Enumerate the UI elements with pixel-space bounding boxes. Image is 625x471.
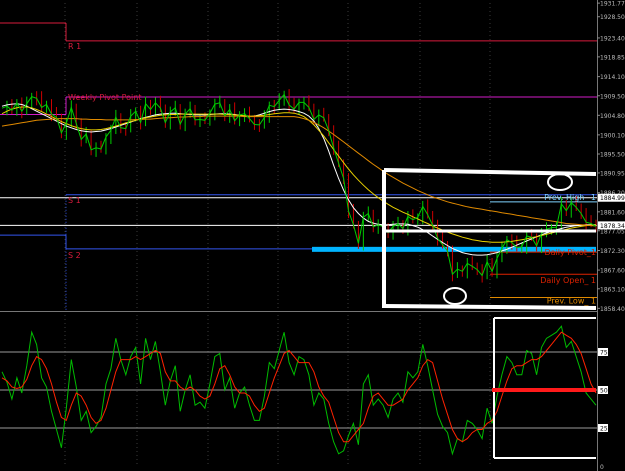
price-axis-label-11: 1881.60 [600, 209, 625, 216]
price-axis-label-13: 1872.30 [600, 248, 625, 255]
price-axis-label-3: 1918.85 [600, 54, 625, 61]
oscillator-axis-label-1: 50 [600, 388, 608, 395]
price-axis-label-4: 1914.10 [600, 74, 625, 81]
price-tag-label-0: 1884.99 [600, 195, 625, 202]
oscillator-axis-label-bottom: 0 [600, 464, 604, 471]
price-axis-label-8: 1895.50 [600, 152, 625, 159]
s2-label: S 2 [68, 251, 81, 260]
price-tag-label-1: 1878.34 [600, 223, 625, 230]
prev-high-label: Prev. High_ 1 [544, 193, 596, 202]
weekly-pivot-label: Weekly Pivot Point [68, 93, 141, 102]
price-axis-label-0: 1931.77 [600, 1, 625, 8]
trading-chart: R 1 Weekly Pivot Point S 1 S 2 Prev. High_ 1… [0, 0, 625, 471]
price-axis-label-5: 1909.50 [600, 93, 625, 100]
daily-open-label: Daily Open_ 1 [540, 276, 596, 285]
oscillator-axis-label-2: 25 [600, 426, 608, 433]
price-axis-label-1: 1928.50 [600, 14, 625, 21]
price-axis-label-6: 1904.80 [600, 113, 625, 120]
oscillator-red-marker [492, 388, 596, 392]
price-axis-label-16: 1858.40 [600, 306, 625, 313]
price-axis-label-9: 1890.95 [600, 170, 625, 177]
oscillator-axis-label-0: 75 [600, 350, 608, 357]
annotation-box-bottom-edge [383, 304, 597, 310]
price-axis-label-7: 1900.10 [600, 132, 625, 139]
price-axis-label-2: 1923.40 [600, 35, 625, 42]
s1-label: S 1 [68, 196, 81, 205]
r1-label: R 1 [68, 42, 81, 51]
price-axis-label-14: 1867.60 [600, 268, 625, 275]
prev-low-label: Prev. Low_ 1 [547, 297, 596, 306]
price-axis-label-15: 1863.10 [600, 286, 625, 293]
daily-pivot-label: Daily Pivot_1 [544, 248, 596, 257]
